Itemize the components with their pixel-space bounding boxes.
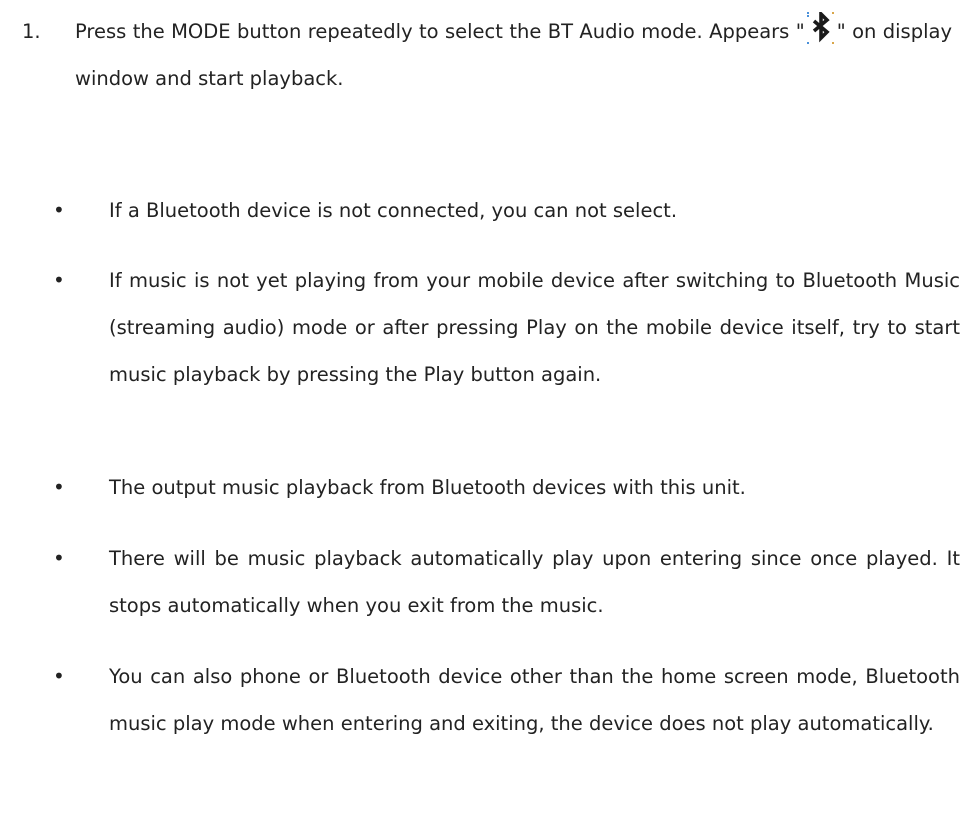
list-item: • The output music playback from Bluetoo…	[53, 464, 933, 511]
bullet-marker: •	[53, 198, 65, 222]
bullet-marker: •	[53, 546, 65, 570]
list-item: • There will be music playback automatic…	[53, 535, 960, 629]
list-item: • You can also phone or Bluetooth device…	[53, 653, 960, 747]
list-item-text: You can also phone or Bluetooth device o…	[109, 665, 960, 735]
list-item-text: If music is not yet playing from your mo…	[109, 269, 960, 386]
step-instruction: Press the MODE button repeatedly to sele…	[75, 8, 952, 102]
list-item-text: There will be music playback automatical…	[109, 547, 960, 617]
list-item-text: The output music playback from Bluetooth…	[109, 476, 746, 499]
bullet-marker: •	[53, 268, 65, 292]
step-number: 1.	[22, 20, 41, 43]
list-item: • If a Bluetooth device is not connected…	[53, 187, 933, 234]
bullet-marker: •	[53, 475, 65, 499]
step-text-before-icon: Press the MODE button repeatedly to sele…	[75, 20, 805, 43]
step-1: 1. Press the MODE button repeatedly to s…	[22, 8, 952, 102]
list-item-text: If a Bluetooth device is not connected, …	[109, 199, 678, 222]
list-item: • If music is not yet playing from your …	[53, 257, 960, 398]
bluetooth-icon	[806, 12, 836, 46]
manual-page: 1. Press the MODE button repeatedly to s…	[0, 0, 962, 825]
bullet-marker: •	[53, 664, 65, 688]
